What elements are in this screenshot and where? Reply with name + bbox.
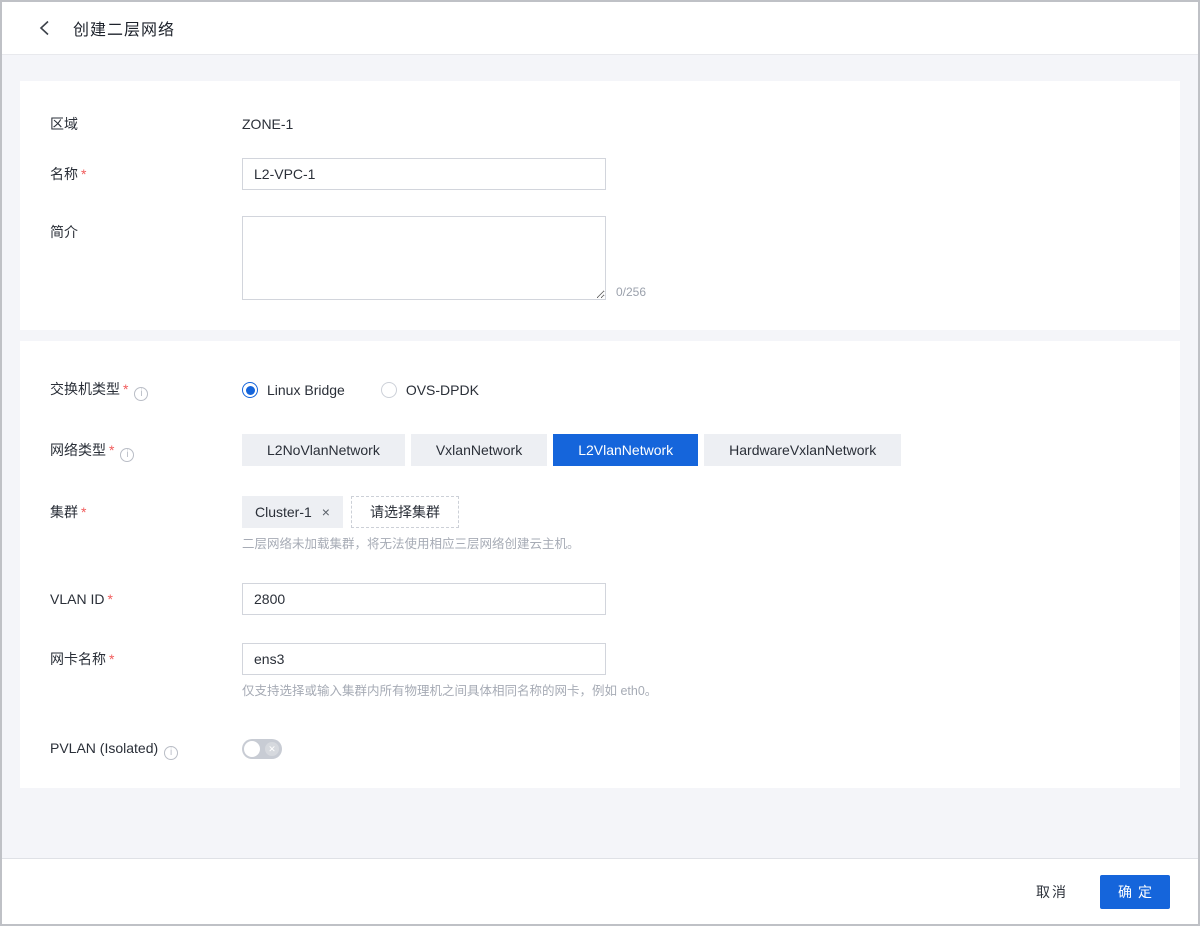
network-type-label: 网络类型 * i [50, 434, 242, 462]
vlan-id-label: VLAN ID * [50, 583, 242, 609]
toggle-off-icon: ✕ [265, 742, 279, 756]
zone-label-text: 区域 [50, 116, 78, 132]
info-icon[interactable]: i [134, 387, 149, 401]
page-title: 创建二层网络 [73, 22, 176, 39]
required-mark: * [109, 651, 115, 667]
basic-info-section: 区域 ZONE-1 名称* 简介 0/256 [20, 81, 1180, 330]
cluster-tag-text: Cluster-1 [255, 504, 312, 520]
nic-name-label: 网卡名称 * [50, 643, 242, 669]
radio-label: OVS-DPDK [405, 382, 479, 398]
select-cluster-button[interactable]: 请选择集群 [350, 496, 459, 528]
required-mark: * [123, 381, 129, 397]
nic-name-input[interactable] [242, 643, 606, 675]
network-type-hardwarevxlan[interactable]: HardwareVxlanNetwork [704, 434, 902, 466]
pvlan-label: PVLAN (Isolated) i [50, 738, 242, 760]
dialog-header: 创建二层网络 [2, 2, 1198, 55]
cluster-helper-text: 二层网络未加载集群，将无法使用相应三层网络创建云主机。 [242, 537, 580, 551]
zone-label: 区域 [50, 114, 242, 134]
name-input[interactable] [242, 158, 606, 190]
description-label-text: 简介 [50, 224, 78, 240]
radio-label: Linux Bridge [267, 382, 345, 398]
name-row: 名称 * [20, 158, 1180, 190]
dialog-footer: 取消 确定 [2, 858, 1198, 924]
required-mark: * [81, 166, 87, 182]
info-icon[interactable]: i [164, 746, 179, 760]
name-label-text: 名称 [50, 166, 78, 182]
network-type-vxlan[interactable]: VxlanNetwork [410, 434, 548, 466]
cluster-row: 集群 * Cluster-1 × 请选择集群 二层网络未加载集群，将无法使用相应三… [20, 496, 1180, 553]
radio-ovs-dpdk[interactable]: OVS-DPDK [380, 382, 479, 398]
switch-type-row: 交换机类型 * i Linux Bridge OVS-DPDK [20, 341, 1180, 401]
required-mark: * [81, 504, 87, 520]
zone-row: 区域 ZONE-1 [20, 81, 1180, 134]
back-icon[interactable] [39, 20, 51, 36]
pvlan-toggle[interactable]: ✕ [242, 739, 282, 759]
required-mark: * [107, 591, 113, 607]
tag-remove-icon[interactable]: × [322, 505, 330, 519]
pvlan-label-text: PVLAN (Isolated) [50, 740, 159, 756]
cancel-button[interactable]: 取消 [1036, 882, 1068, 902]
switch-type-options: Linux Bridge OVS-DPDK [242, 382, 479, 398]
switch-type-label: 交换机类型 * i [50, 379, 242, 401]
cluster-label-text: 集群 [50, 504, 78, 520]
network-type-l2novlan[interactable]: L2NoVlanNetwork [242, 434, 405, 466]
vlan-id-row: VLAN ID * [20, 583, 1180, 615]
radio-selected-icon [242, 382, 258, 398]
create-l2-network-dialog: 创建二层网络 区域 ZONE-1 名称* 简介 0/256 [0, 0, 1200, 926]
radio-linux-bridge[interactable]: Linux Bridge [242, 382, 345, 398]
name-label: 名称 * [50, 158, 242, 184]
char-counter: 0/256 [616, 285, 647, 299]
network-type-options: L2NoVlanNetwork VxlanNetwork L2VlanNetwo… [242, 434, 902, 466]
radio-unselected-icon [380, 382, 397, 398]
required-mark: * [109, 442, 115, 458]
toggle-knob [244, 741, 260, 757]
network-config-section: 交换机类型 * i Linux Bridge OVS-DPDK 网络类型 * i L2N… [20, 341, 1180, 788]
cluster-label: 集群 * [50, 496, 242, 522]
confirm-button[interactable]: 确定 [1100, 874, 1170, 909]
vlan-id-input[interactable] [242, 583, 606, 615]
description-label: 简介 [50, 216, 242, 242]
zone-value: ZONE-1 [242, 116, 294, 132]
network-type-label-text: 网络类型 [50, 442, 106, 458]
description-row: 简介 0/256 [20, 216, 1180, 300]
network-type-l2vlan[interactable]: L2VlanNetwork [553, 434, 699, 466]
description-textarea[interactable] [242, 216, 606, 300]
vlan-id-label-text: VLAN ID [50, 591, 105, 607]
nic-name-label-text: 网卡名称 [50, 651, 106, 667]
info-icon[interactable]: i [120, 448, 135, 462]
nic-name-row: 网卡名称* 仅支持选择或输入集群内所有物理机之间具体相同名称的网卡，例如 eth… [20, 643, 1180, 700]
nic-helper-text: 仅支持选择或输入集群内所有物理机之间具体相同名称的网卡，例如 eth0。 [242, 684, 658, 698]
network-type-row: 网络类型 * i L2NoVlanNetwork VxlanNetwork L2Vl… [20, 434, 1180, 466]
cluster-tag: Cluster-1 × [242, 496, 343, 528]
switch-type-label-text: 交换机类型 [50, 381, 120, 397]
pvlan-row: PVLAN (Isolated) i ✕ [20, 738, 1180, 760]
